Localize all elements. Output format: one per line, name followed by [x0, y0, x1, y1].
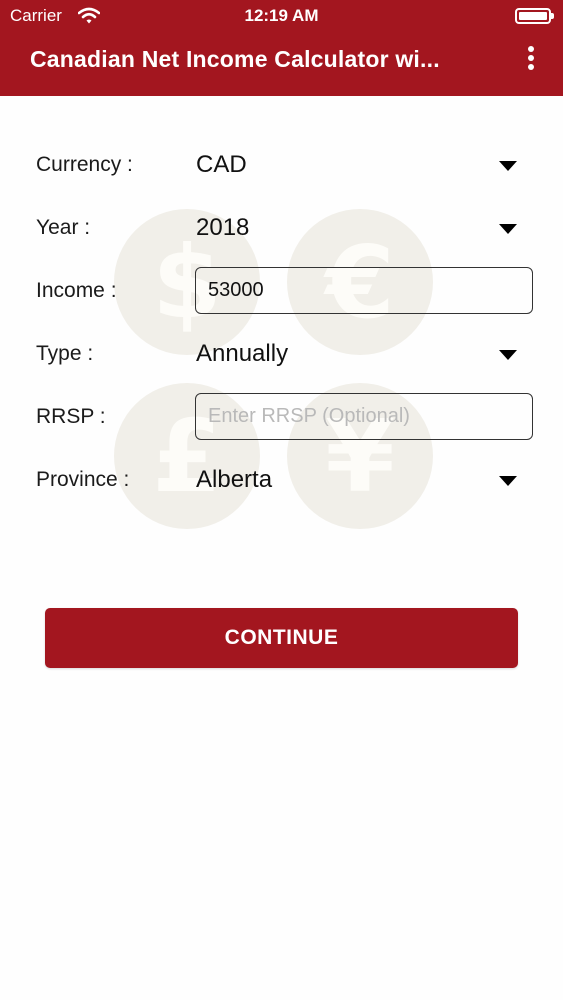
status-bar: Carrier 12:19 AM — [0, 0, 563, 32]
currency-select[interactable]: CAD — [196, 151, 247, 179]
province-select[interactable]: Alberta — [196, 466, 272, 494]
screen: $ € £ ¥ Carrier 12:19 AM Canadian Net In… — [0, 0, 563, 1000]
dropdown-arrow-icon[interactable] — [499, 350, 517, 360]
currency-row[interactable]: Currency : CAD — [0, 141, 563, 191]
status-time: 12:19 AM — [244, 6, 319, 25]
rrsp-input[interactable] — [195, 393, 533, 440]
rrsp-label: RRSP : — [36, 405, 106, 428]
rrsp-row: RRSP : — [0, 393, 563, 443]
dropdown-arrow-icon[interactable] — [499, 161, 517, 171]
year-row[interactable]: Year : 2018 — [0, 204, 563, 254]
more-vertical-icon[interactable] — [519, 46, 543, 74]
dropdown-arrow-icon[interactable] — [499, 476, 517, 486]
income-label: Income : — [36, 279, 117, 302]
province-row[interactable]: Province : Alberta — [0, 456, 563, 506]
continue-button[interactable]: CONTINUE — [45, 608, 518, 668]
app-bar: Canadian Net Income Calculator wi... — [0, 32, 563, 96]
app-title: Canadian Net Income Calculator wi... — [30, 46, 440, 72]
year-select[interactable]: 2018 — [196, 214, 249, 242]
dropdown-arrow-icon[interactable] — [499, 224, 517, 234]
type-label: Type : — [36, 342, 94, 365]
type-row[interactable]: Type : Annually — [0, 330, 563, 380]
income-row: Income : — [0, 267, 563, 317]
income-input[interactable] — [195, 267, 533, 314]
currency-label: Currency : — [36, 153, 133, 176]
type-select[interactable]: Annually — [196, 340, 288, 368]
battery-icon — [515, 8, 554, 24]
province-label: Province : — [36, 468, 130, 491]
year-label: Year : — [36, 216, 91, 239]
